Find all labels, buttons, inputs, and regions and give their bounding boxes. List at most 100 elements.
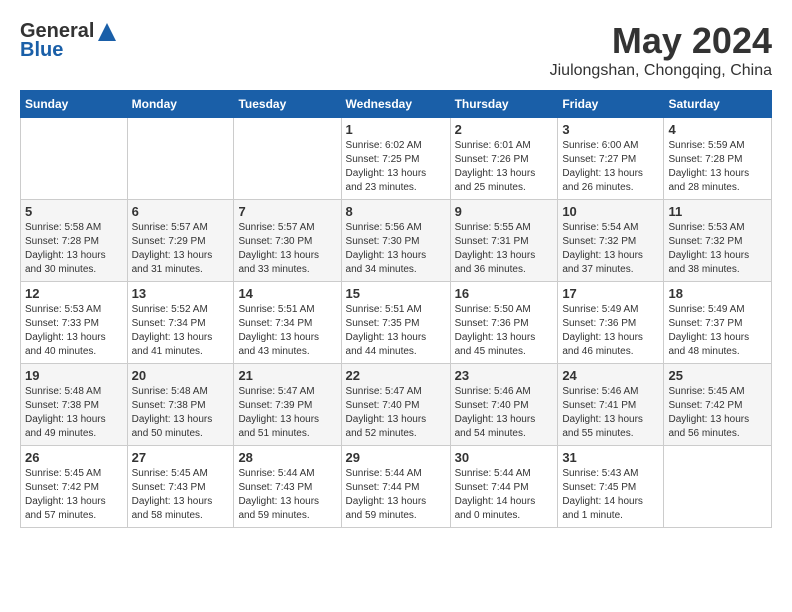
calendar-cell: 25 Sunrise: 5:45 AM Sunset: 7:42 PM Dayli… [664,364,772,446]
day-info: Sunrise: 6:00 AM Sunset: 7:27 PM Dayligh… [562,139,659,195]
calendar-cell: 20 Sunrise: 5:48 AM Sunset: 7:38 PM Dayli… [127,364,234,446]
day-number: 20 [132,368,230,383]
month-title: May 2024 [550,20,772,62]
calendar-cell: 31 Sunrise: 5:43 AM Sunset: 7:45 PM Dayli… [558,446,664,528]
day-number: 9 [455,204,554,219]
day-info: Sunrise: 5:49 AM Sunset: 7:37 PM Dayligh… [668,303,767,359]
day-number: 5 [25,204,123,219]
day-number: 30 [455,450,554,465]
calendar-cell: 11 Sunrise: 5:53 AM Sunset: 7:32 PM Dayli… [664,200,772,282]
calendar-cell: 14 Sunrise: 5:51 AM Sunset: 7:34 PM Dayli… [234,282,341,364]
calendar-cell: 4 Sunrise: 5:59 AM Sunset: 7:28 PM Daylig… [664,118,772,200]
day-number: 1 [346,122,446,137]
day-number: 2 [455,122,554,137]
calendar-cell: 8 Sunrise: 5:56 AM Sunset: 7:30 PM Daylig… [341,200,450,282]
logo-blue-text: Blue [20,39,63,62]
day-info: Sunrise: 5:44 AM Sunset: 7:44 PM Dayligh… [455,467,554,523]
day-number: 13 [132,286,230,301]
day-number: 3 [562,122,659,137]
calendar-cell: 28 Sunrise: 5:44 AM Sunset: 7:43 PM Dayli… [234,446,341,528]
calendar-table: SundayMondayTuesdayWednesdayThursdayFrid… [20,90,772,528]
day-info: Sunrise: 5:45 AM Sunset: 7:42 PM Dayligh… [668,385,767,441]
day-info: Sunrise: 5:57 AM Sunset: 7:30 PM Dayligh… [238,221,336,277]
day-info: Sunrise: 5:43 AM Sunset: 7:45 PM Dayligh… [562,467,659,523]
calendar-cell: 5 Sunrise: 5:58 AM Sunset: 7:28 PM Daylig… [21,200,128,282]
day-number: 19 [25,368,123,383]
logo-icon [96,21,118,43]
day-info: Sunrise: 5:52 AM Sunset: 7:34 PM Dayligh… [132,303,230,359]
day-info: Sunrise: 5:51 AM Sunset: 7:34 PM Dayligh… [238,303,336,359]
weekday-header-wednesday: Wednesday [341,91,450,118]
day-info: Sunrise: 5:45 AM Sunset: 7:42 PM Dayligh… [25,467,123,523]
day-info: Sunrise: 5:46 AM Sunset: 7:40 PM Dayligh… [455,385,554,441]
day-info: Sunrise: 5:44 AM Sunset: 7:44 PM Dayligh… [346,467,446,523]
calendar-cell [234,118,341,200]
calendar-cell: 23 Sunrise: 5:46 AM Sunset: 7:40 PM Dayli… [450,364,558,446]
weekday-header-saturday: Saturday [664,91,772,118]
day-info: Sunrise: 5:50 AM Sunset: 7:36 PM Dayligh… [455,303,554,359]
day-info: Sunrise: 5:57 AM Sunset: 7:29 PM Dayligh… [132,221,230,277]
day-number: 4 [668,122,767,137]
day-info: Sunrise: 5:54 AM Sunset: 7:32 PM Dayligh… [562,221,659,277]
day-info: Sunrise: 5:53 AM Sunset: 7:32 PM Dayligh… [668,221,767,277]
calendar-cell: 16Sunrise: 5:50 AM Sunset: 7:36 PM Dayli… [450,282,558,364]
day-info: Sunrise: 5:51 AM Sunset: 7:35 PM Dayligh… [346,303,446,359]
day-number: 27 [132,450,230,465]
day-number: 6 [132,204,230,219]
page-header: General Blue May 2024 Jiulongshan, Chong… [20,20,772,80]
day-number: 28 [238,450,336,465]
calendar-cell: 12 Sunrise: 5:53 AM Sunset: 7:33 PM Dayli… [21,282,128,364]
calendar-cell [21,118,128,200]
calendar-cell: 7Sunrise: 5:57 AM Sunset: 7:30 PM Daylig… [234,200,341,282]
day-info: Sunrise: 5:56 AM Sunset: 7:30 PM Dayligh… [346,221,446,277]
calendar-cell: 21 Sunrise: 5:47 AM Sunset: 7:39 PM Dayli… [234,364,341,446]
calendar-cell: 6 Sunrise: 5:57 AM Sunset: 7:29 PM Daylig… [127,200,234,282]
calendar-cell: 9 Sunrise: 5:55 AM Sunset: 7:31 PM Daylig… [450,200,558,282]
calendar-cell: 19Sunrise: 5:48 AM Sunset: 7:38 PM Dayli… [21,364,128,446]
calendar-cell: 10 Sunrise: 5:54 AM Sunset: 7:32 PM Dayli… [558,200,664,282]
day-info: Sunrise: 5:49 AM Sunset: 7:36 PM Dayligh… [562,303,659,359]
calendar-cell: 15Sunrise: 5:51 AM Sunset: 7:35 PM Dayli… [341,282,450,364]
calendar-cell [127,118,234,200]
day-info: Sunrise: 5:48 AM Sunset: 7:38 PM Dayligh… [132,385,230,441]
calendar-cell: 22 Sunrise: 5:47 AM Sunset: 7:40 PM Dayli… [341,364,450,446]
day-info: Sunrise: 5:46 AM Sunset: 7:41 PM Dayligh… [562,385,659,441]
calendar-cell: 29 Sunrise: 5:44 AM Sunset: 7:44 PM Dayli… [341,446,450,528]
calendar-cell: 3 Sunrise: 6:00 AM Sunset: 7:27 PM Daylig… [558,118,664,200]
day-number: 12 [25,286,123,301]
calendar-cell: 17Sunrise: 5:49 AM Sunset: 7:36 PM Dayli… [558,282,664,364]
day-number: 29 [346,450,446,465]
day-info: Sunrise: 5:53 AM Sunset: 7:33 PM Dayligh… [25,303,123,359]
day-number: 21 [238,368,336,383]
day-number: 10 [562,204,659,219]
calendar-cell: 30 Sunrise: 5:44 AM Sunset: 7:44 PM Dayli… [450,446,558,528]
calendar-cell: 13 Sunrise: 5:52 AM Sunset: 7:34 PM Dayli… [127,282,234,364]
weekday-header-thursday: Thursday [450,91,558,118]
day-number: 23 [455,368,554,383]
day-number: 24 [562,368,659,383]
day-number: 14 [238,286,336,301]
calendar-cell: 1 Sunrise: 6:02 AM Sunset: 7:25 PM Daylig… [341,118,450,200]
day-info: Sunrise: 5:47 AM Sunset: 7:40 PM Dayligh… [346,385,446,441]
day-info: Sunrise: 5:44 AM Sunset: 7:43 PM Dayligh… [238,467,336,523]
day-info: Sunrise: 5:59 AM Sunset: 7:28 PM Dayligh… [668,139,767,195]
day-info: Sunrise: 5:55 AM Sunset: 7:31 PM Dayligh… [455,221,554,277]
weekday-header-friday: Friday [558,91,664,118]
calendar-cell: 24 Sunrise: 5:46 AM Sunset: 7:41 PM Dayli… [558,364,664,446]
day-number: 26 [25,450,123,465]
day-info: Sunrise: 6:02 AM Sunset: 7:25 PM Dayligh… [346,139,446,195]
day-number: 11 [668,204,767,219]
day-number: 22 [346,368,446,383]
day-number: 18 [668,286,767,301]
day-number: 8 [346,204,446,219]
location-title: Jiulongshan, Chongqing, China [550,62,772,80]
day-info: Sunrise: 5:58 AM Sunset: 7:28 PM Dayligh… [25,221,123,277]
logo: General Blue [20,20,118,62]
day-info: Sunrise: 5:47 AM Sunset: 7:39 PM Dayligh… [238,385,336,441]
weekday-header-sunday: Sunday [21,91,128,118]
day-number: 31 [562,450,659,465]
calendar-cell: 27Sunrise: 5:45 AM Sunset: 7:43 PM Dayli… [127,446,234,528]
title-block: May 2024 Jiulongshan, Chongqing, China [550,20,772,80]
calendar-cell [664,446,772,528]
day-number: 25 [668,368,767,383]
